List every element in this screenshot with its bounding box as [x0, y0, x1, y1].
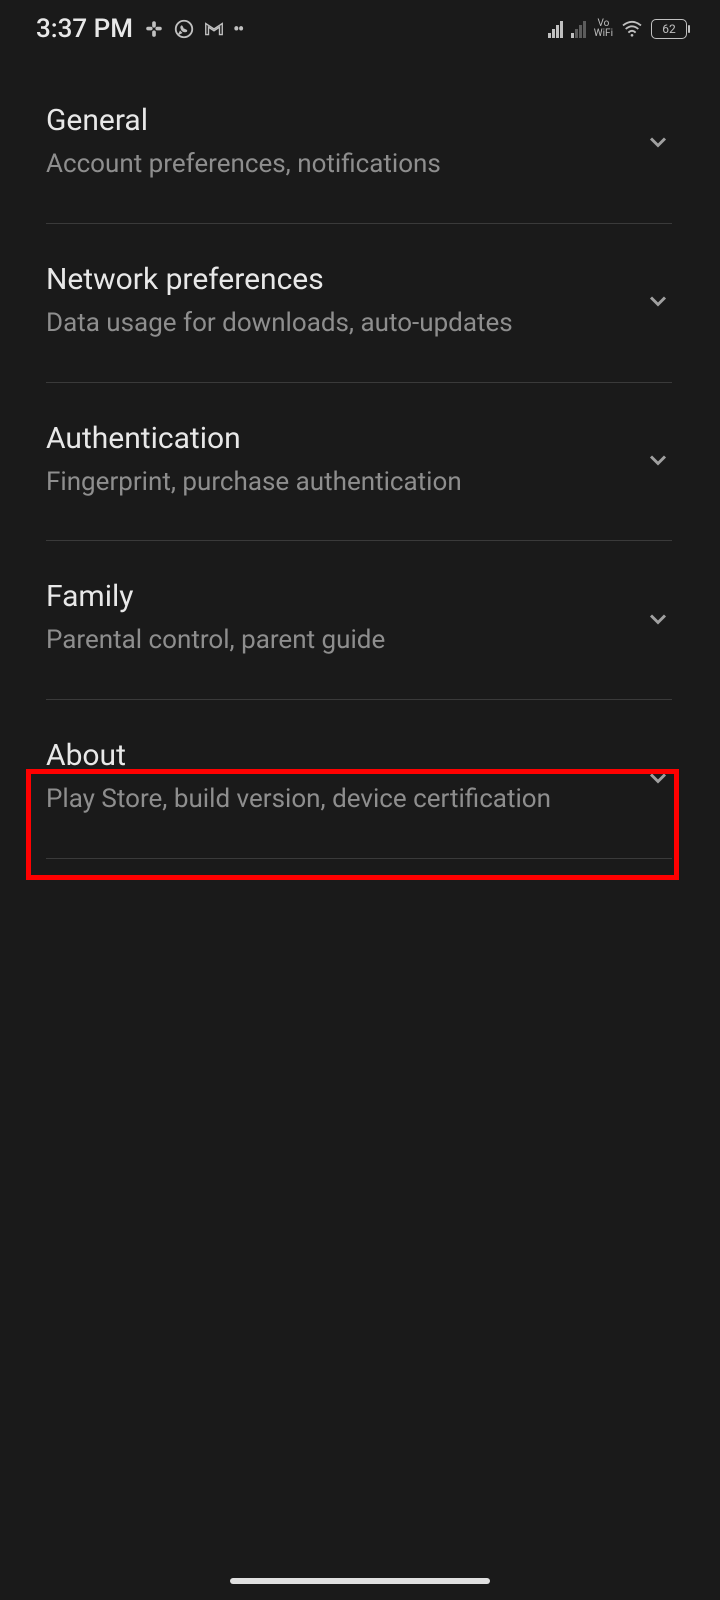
- settings-title: Family: [46, 579, 644, 614]
- settings-title: About: [46, 738, 644, 773]
- chevron-down-icon: [644, 128, 672, 156]
- battery-icon: 62: [651, 19, 690, 39]
- gmail-icon: [203, 18, 225, 40]
- chevron-down-icon: [644, 764, 672, 792]
- settings-title: Network preferences: [46, 262, 644, 297]
- status-bar-left: 3:37 PM ••: [36, 14, 242, 44]
- chevron-down-icon: [644, 446, 672, 474]
- settings-item-family[interactable]: Family Parental control, parent guide: [0, 541, 720, 700]
- settings-subtitle: Parental control, parent guide: [46, 624, 644, 658]
- more-icon: ••: [233, 17, 243, 41]
- wifi-icon: [621, 20, 643, 38]
- whatsapp-icon: [173, 18, 195, 40]
- settings-subtitle: Account preferences, notifications: [46, 148, 644, 182]
- signal-icon-2: [571, 20, 586, 38]
- settings-item-about[interactable]: About Play Store, build version, device …: [0, 700, 720, 859]
- status-time: 3:37 PM: [36, 14, 133, 44]
- settings-title: Authentication: [46, 421, 644, 456]
- vowifi-icon: Vo WiFi: [594, 19, 613, 39]
- settings-subtitle: Play Store, build version, device certif…: [46, 783, 644, 817]
- battery-level: 62: [662, 22, 676, 36]
- settings-item-general[interactable]: General Account preferences, notificatio…: [0, 58, 720, 224]
- vowifi-bottom: WiFi: [594, 29, 613, 39]
- status-bar-right: Vo WiFi 62: [548, 19, 690, 39]
- signal-icon-1: [548, 20, 563, 38]
- chevron-down-icon: [644, 605, 672, 633]
- slack-icon: [143, 18, 165, 40]
- settings-list: General Account preferences, notificatio…: [0, 58, 720, 859]
- chevron-down-icon: [644, 287, 672, 315]
- settings-item-network[interactable]: Network preferences Data usage for downl…: [0, 224, 720, 383]
- settings-subtitle: Fingerprint, purchase authentication: [46, 466, 644, 500]
- home-indicator[interactable]: [230, 1578, 490, 1584]
- settings-title: General: [46, 103, 644, 138]
- status-icons-left: ••: [143, 17, 243, 41]
- settings-item-authentication[interactable]: Authentication Fingerprint, purchase aut…: [0, 383, 720, 542]
- status-bar: 3:37 PM ••: [0, 0, 720, 58]
- settings-subtitle: Data usage for downloads, auto-updates: [46, 307, 644, 341]
